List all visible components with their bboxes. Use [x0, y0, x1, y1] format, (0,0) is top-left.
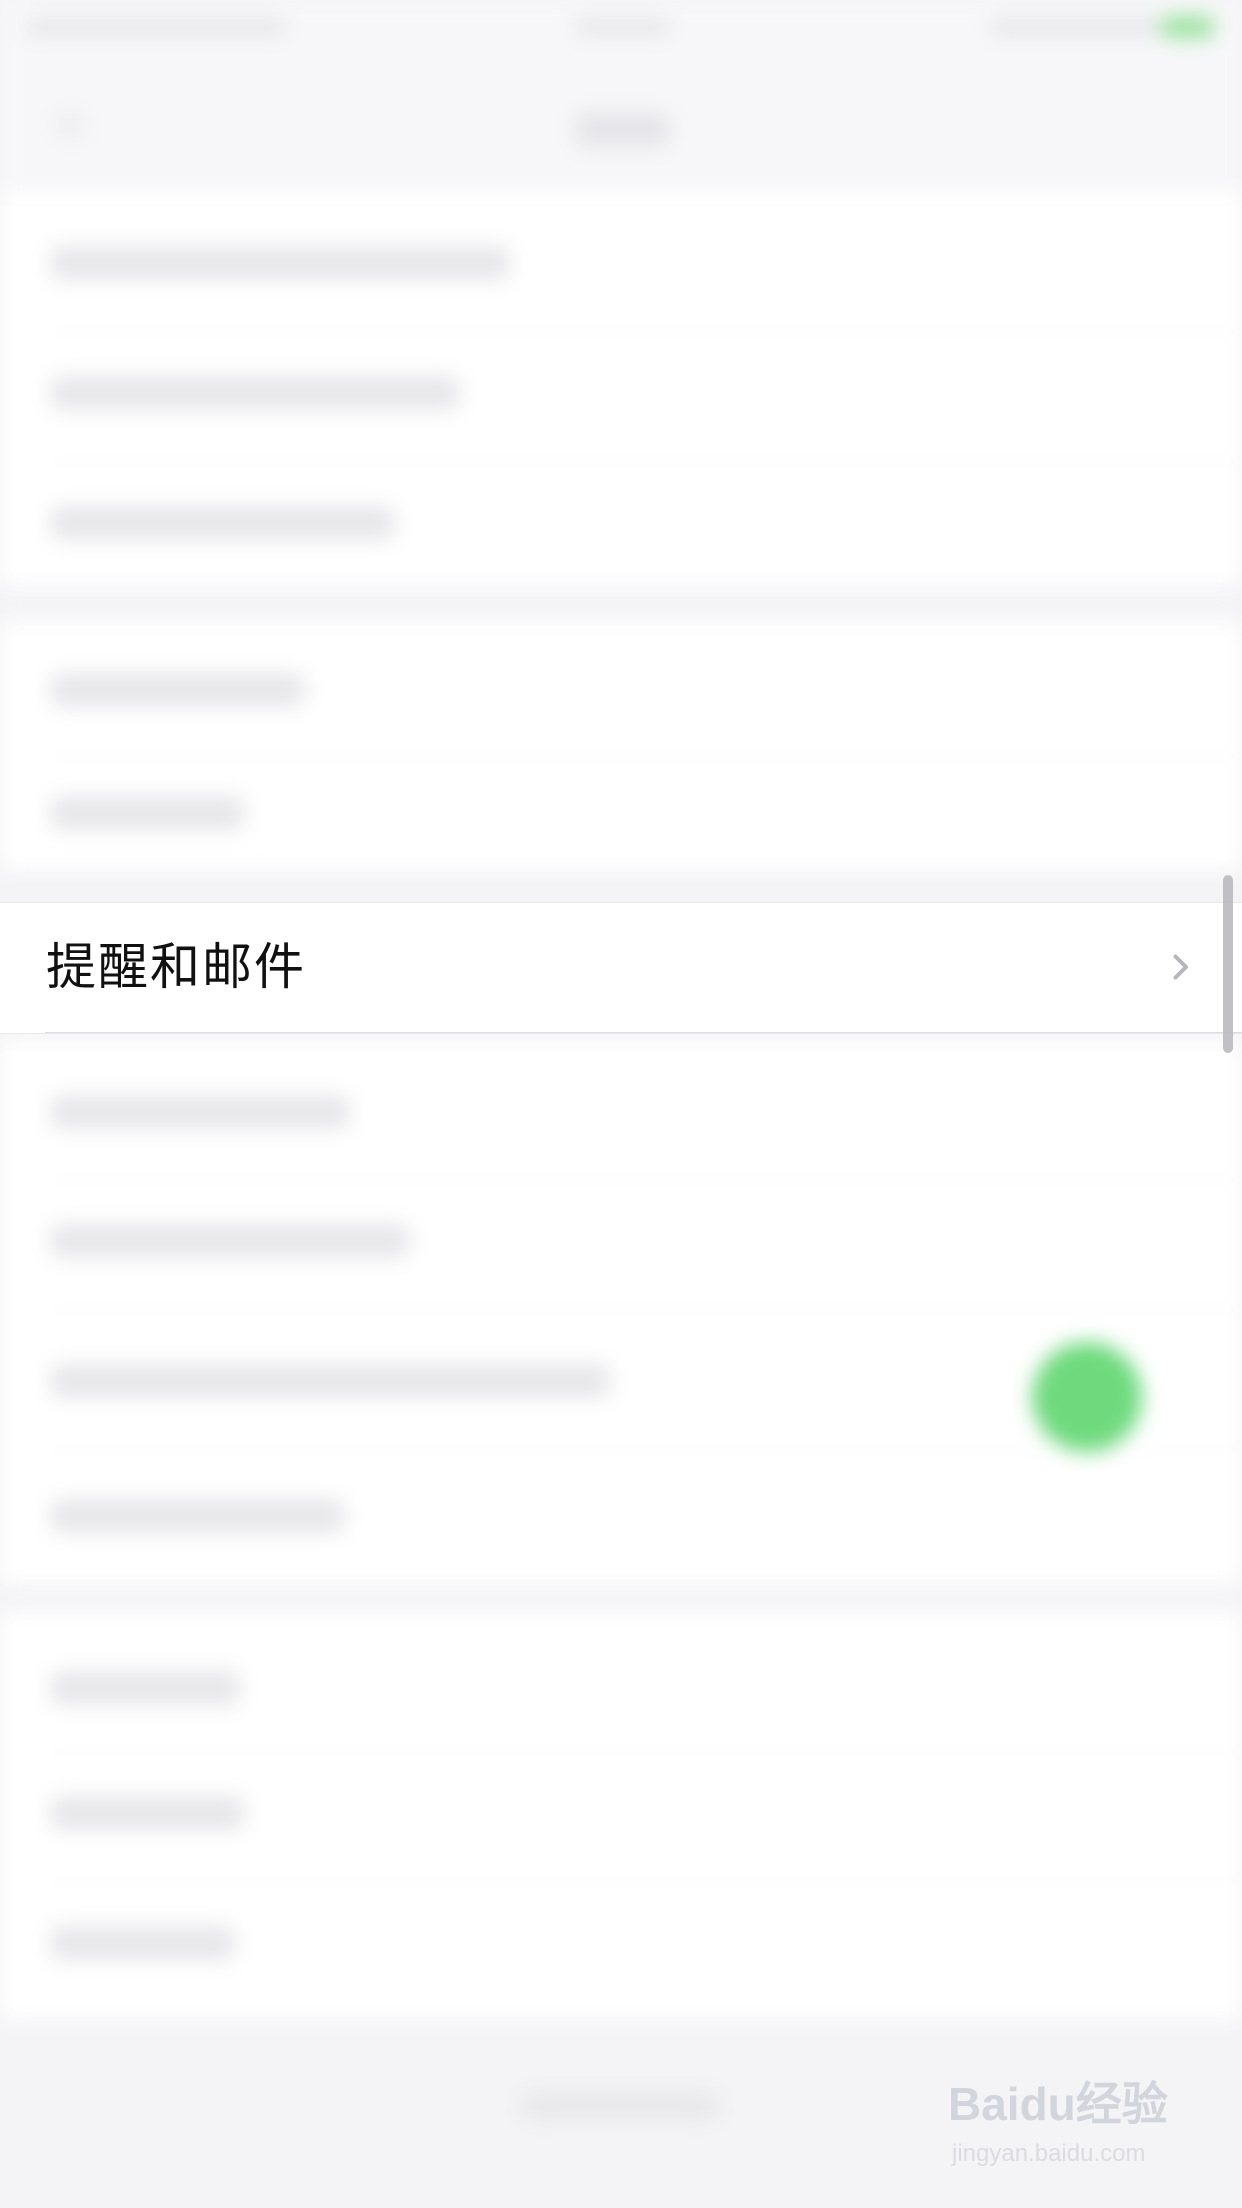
row-placeholder	[50, 506, 395, 540]
battery-indicator	[1160, 16, 1215, 38]
row-placeholder	[50, 673, 305, 707]
settings-card-4	[0, 1610, 1242, 2022]
blurred-background	[0, 0, 1242, 2208]
divider	[45, 1881, 1242, 1882]
row-placeholder	[50, 376, 460, 410]
row-placeholder	[50, 1364, 610, 1398]
home-indicator	[520, 2092, 720, 2120]
settings-row-label: 提醒和邮件	[46, 938, 306, 996]
toggle-on-indicator	[1032, 1342, 1142, 1452]
row-placeholder	[50, 1499, 345, 1533]
row-placeholder	[50, 1224, 410, 1258]
divider	[45, 1449, 1242, 1450]
chevron-right-icon	[1173, 954, 1188, 980]
scrollbar[interactable]	[1223, 875, 1233, 1053]
status-bar-right-placeholder	[990, 18, 1160, 36]
settings-screen: 提醒和邮件 Baidu经验 jingyan.baidu.com	[0, 0, 1242, 2208]
row-separator	[45, 1032, 1242, 1033]
row-placeholder	[50, 1926, 235, 1960]
row-placeholder	[50, 1671, 240, 1705]
row-placeholder	[50, 246, 510, 280]
row-placeholder	[50, 796, 245, 830]
settings-card-3	[0, 1038, 1242, 1585]
divider	[45, 756, 1242, 757]
divider	[45, 1309, 1242, 1310]
back-icon	[55, 110, 85, 140]
status-bar	[0, 0, 1242, 70]
row-placeholder	[50, 1796, 245, 1830]
settings-card-2	[0, 620, 1242, 872]
settings-row-reminders-and-mail[interactable]: 提醒和邮件	[0, 902, 1242, 1034]
status-bar-center-placeholder	[575, 18, 670, 36]
settings-card-1	[0, 190, 1242, 587]
divider	[45, 1179, 1242, 1180]
row-placeholder	[50, 1095, 350, 1129]
divider	[45, 461, 1242, 462]
navigation-title-placeholder	[575, 112, 670, 148]
divider	[45, 331, 1242, 332]
status-bar-left-placeholder	[26, 18, 286, 36]
divider	[45, 1751, 1242, 1752]
